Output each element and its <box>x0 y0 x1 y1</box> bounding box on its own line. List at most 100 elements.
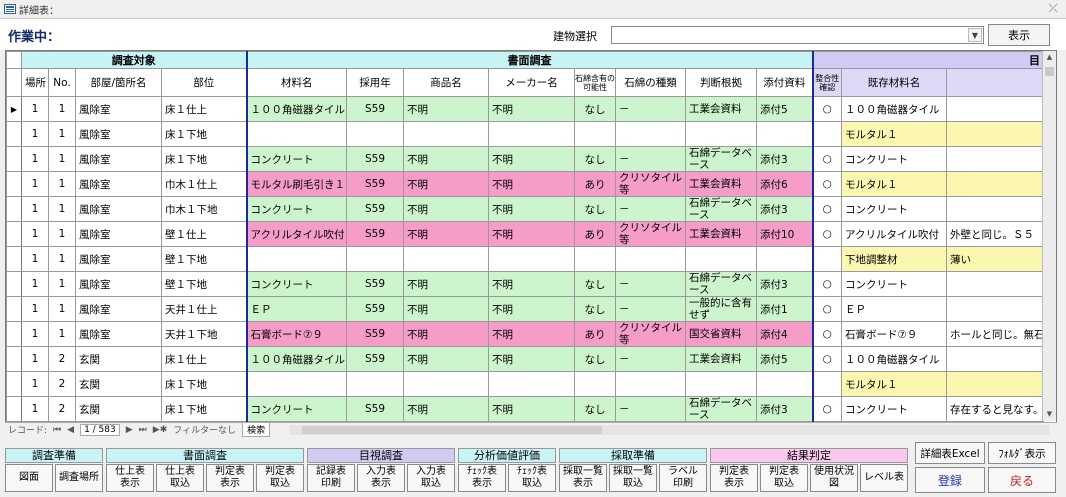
sample-list-show-button[interactable]: 採取一覧 表示 <box>559 464 607 492</box>
folder-show-button[interactable]: ﾌｫﾙﾀﾞ表示 <box>988 442 1056 464</box>
cell-no[interactable]: 1 <box>48 246 76 272</box>
cell-attached[interactable] <box>756 246 813 272</box>
cell-asbestos-type[interactable]: クリソタイル等 <box>615 221 686 247</box>
cell-asbestos-possible[interactable] <box>574 121 616 147</box>
cell-product[interactable]: 不明 <box>403 271 489 297</box>
cell-asbestos-possible[interactable]: なし <box>574 96 616 122</box>
cell-attached[interactable] <box>756 121 813 147</box>
cell-maker[interactable]: 不明 <box>488 221 575 247</box>
cell-part[interactable]: 壁１仕上 <box>161 221 247 247</box>
table-row[interactable]: 1 1 風除室 床１下地 モルタル１ <box>6 121 1045 147</box>
hscroll-thumb[interactable] <box>302 426 602 434</box>
record-selector[interactable] <box>6 121 22 147</box>
cell-no[interactable]: 1 <box>48 121 76 147</box>
cell-note[interactable]: 薄い <box>945 246 1045 272</box>
cell-product[interactable]: 不明 <box>403 296 489 322</box>
result-judge-show-button[interactable]: 判定表 表示 <box>710 464 758 492</box>
record-selector[interactable] <box>6 146 22 172</box>
cell-maker[interactable]: 不明 <box>488 196 575 222</box>
cell-product[interactable]: 不明 <box>403 396 489 422</box>
cell-consistency[interactable]: ○ <box>811 196 842 222</box>
record-selector[interactable] <box>6 171 22 197</box>
next-record-icon[interactable]: ▶ <box>126 425 133 435</box>
cell-part[interactable]: 床１下地 <box>161 121 247 147</box>
check-table-show-button[interactable]: ﾁｪｯｸ表 表示 <box>458 464 506 492</box>
cell-year[interactable]: S59 <box>346 196 404 222</box>
cell-asbestos-type[interactable] <box>615 121 686 147</box>
record-number-input[interactable]: 1 / 583 <box>80 423 120 436</box>
cell-product[interactable]: 不明 <box>403 171 489 197</box>
cell-material[interactable]: 石膏ボード⑦９ <box>245 321 347 347</box>
cell-basis[interactable] <box>685 371 757 397</box>
register-button[interactable]: 登録 <box>915 467 985 493</box>
cell-consistency[interactable]: ○ <box>811 221 842 247</box>
cell-attached[interactable]: 添付3 <box>756 271 813 297</box>
cell-asbestos-type[interactable]: － <box>615 146 686 172</box>
cell-attached[interactable]: 添付6 <box>756 171 813 197</box>
cell-maker[interactable]: 不明 <box>488 271 575 297</box>
sample-list-import-button[interactable]: 採取一覧 取込 <box>609 464 657 492</box>
record-selector[interactable] <box>6 396 22 422</box>
cell-asbestos-possible[interactable]: なし <box>574 196 616 222</box>
cell-year[interactable]: S59 <box>346 221 404 247</box>
cell-existing-material[interactable]: コンクリート <box>841 396 947 422</box>
cell-no[interactable]: 2 <box>48 396 76 422</box>
cell-existing-material[interactable]: １００角磁器タイル <box>841 96 947 122</box>
detail-excel-button[interactable]: 詳細表Excel <box>915 442 985 464</box>
cell-location[interactable]: 1 <box>21 171 49 197</box>
cell-year[interactable]: S59 <box>346 296 404 322</box>
cell-no[interactable]: 2 <box>48 371 76 397</box>
cell-existing-material[interactable]: １００角磁器タイル <box>841 346 947 372</box>
cell-attached[interactable]: 添付5 <box>756 96 813 122</box>
cell-asbestos-possible[interactable]: なし <box>574 146 616 172</box>
cell-consistency[interactable]: ○ <box>811 296 842 322</box>
table-row[interactable]: 1 1 風除室 天井１下地 石膏ボード⑦９ S59 不明 不明 あり クリソタイル等 国交省資料 添付… <box>6 321 1045 347</box>
cell-material[interactable]: アクリルタイル吹付 <box>245 221 347 247</box>
cell-part[interactable]: 床１下地 <box>161 146 247 172</box>
cell-asbestos-possible[interactable] <box>574 246 616 272</box>
record-selector[interactable] <box>6 196 22 222</box>
cell-year[interactable]: S59 <box>346 346 404 372</box>
new-record-icon[interactable]: ▶✱ <box>153 425 167 435</box>
cell-attached[interactable] <box>756 371 813 397</box>
cell-asbestos-possible[interactable]: なし <box>574 396 616 422</box>
cell-existing-material[interactable]: ＥＰ <box>841 296 947 322</box>
cell-consistency[interactable] <box>811 371 842 397</box>
table-row[interactable]: 1 1 風除室 床１下地 コンクリート S59 不明 不明 なし－石綿データベース 添付3 ○ コンク… <box>6 146 1045 172</box>
cell-note[interactable]: 存在すると見なす。 <box>945 396 1045 422</box>
cell-attached[interactable]: 添付3 <box>756 146 813 172</box>
cell-asbestos-type[interactable]: － <box>615 96 686 122</box>
cell-material[interactable]: １００角磁器タイル <box>245 96 347 122</box>
cell-location[interactable]: 1 <box>21 221 49 247</box>
back-button[interactable]: 戻る <box>988 467 1056 493</box>
cell-material[interactable]: コンクリート <box>245 396 347 422</box>
cell-asbestos-type[interactable]: － <box>615 271 686 297</box>
cell-room[interactable]: 風除室 <box>75 121 162 147</box>
cell-basis[interactable]: 石綿データベース <box>685 146 757 172</box>
cell-product[interactable]: 不明 <box>403 146 489 172</box>
cell-basis[interactable]: 石綿データベース <box>685 271 757 297</box>
cell-consistency[interactable]: ○ <box>811 321 842 347</box>
cell-basis[interactable]: 工業会資料 <box>685 96 757 122</box>
cell-location[interactable]: 1 <box>21 96 49 122</box>
cell-basis[interactable]: 工業会資料 <box>685 171 757 197</box>
cell-no[interactable]: 1 <box>48 271 76 297</box>
table-row[interactable]: 1 1 風除室 巾木１仕上 モルタル刷毛引き１ S59 不明 不明 あり クリソタイル等 工業会資料… <box>6 171 1045 197</box>
scroll-down-icon[interactable]: ▼ <box>1043 408 1056 421</box>
cell-material[interactable]: コンクリート <box>245 196 347 222</box>
cell-room[interactable]: 風除室 <box>75 171 162 197</box>
cell-year[interactable] <box>346 246 404 272</box>
cell-no[interactable]: 1 <box>48 321 76 347</box>
cell-asbestos-possible[interactable]: なし <box>574 271 616 297</box>
cell-existing-material[interactable]: コンクリート <box>841 196 947 222</box>
cell-asbestos-possible[interactable]: あり <box>574 321 616 347</box>
cell-consistency[interactable] <box>811 246 842 272</box>
cell-note[interactable] <box>945 296 1045 322</box>
cell-existing-material[interactable]: アクリルタイル吹付 <box>841 221 947 247</box>
cell-location[interactable]: 1 <box>21 146 49 172</box>
cell-maker[interactable] <box>488 121 575 147</box>
cell-product[interactable]: 不明 <box>403 321 489 347</box>
cell-note[interactable] <box>945 346 1045 372</box>
record-selector[interactable] <box>6 271 22 297</box>
cell-location[interactable]: 1 <box>21 346 49 372</box>
